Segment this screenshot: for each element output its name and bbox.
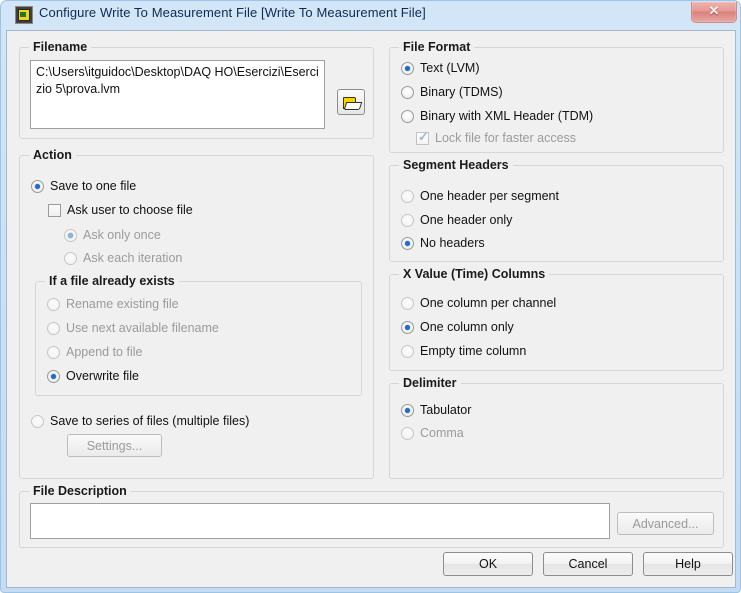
radio-binary-tdms[interactable]: Binary (TDMS) [401, 85, 503, 99]
radio-use-next-available-filename[interactable]: Use next available filename [47, 321, 219, 335]
close-icon: ✕ [708, 3, 720, 18]
radio-label: One header only [420, 213, 513, 227]
radio-one-header-per-segment[interactable]: One header per segment [401, 189, 559, 203]
radio-label: Use next available filename [66, 321, 219, 335]
radio-label: One header per segment [420, 189, 559, 203]
settings-button[interactable]: Settings... [67, 434, 162, 457]
radio-indicator [47, 321, 60, 335]
delimiter-legend: Delimiter [399, 376, 461, 390]
radio-one-column-only[interactable]: One column only [401, 320, 514, 334]
checkbox-indicator [48, 203, 61, 217]
radio-text-lvm[interactable]: Text (LVM) [401, 61, 480, 75]
radio-label: Empty time column [420, 344, 527, 358]
radio-label: One column only [420, 320, 514, 334]
filename-input[interactable]: C:\Users\itguidoc\Desktop\DAQ HO\Eserciz… [30, 60, 325, 129]
radio-ask-each-iteration[interactable]: Ask each iteration [64, 251, 182, 265]
file-format-legend: File Format [399, 40, 475, 54]
folder-open-icon [343, 97, 363, 110]
radio-label: Tabulator [420, 403, 472, 417]
help-button[interactable]: Help [643, 552, 733, 576]
radio-overwrite-file[interactable]: Overwrite file [47, 369, 139, 383]
radio-no-headers[interactable]: No headers [401, 236, 485, 250]
radio-label: Save to one file [50, 179, 137, 193]
radio-indicator [401, 426, 414, 440]
check-mark-icon: ✓ [418, 128, 429, 144]
radio-tabulator[interactable]: Tabulator [401, 403, 471, 417]
file-description-input[interactable] [30, 503, 610, 539]
radio-label: Binary with XML Header (TDM) [420, 109, 594, 123]
radio-label: No headers [420, 236, 485, 250]
radio-indicator [47, 369, 60, 383]
radio-rename-existing-file[interactable]: Rename existing file [47, 297, 179, 311]
radio-label: Ask each iteration [83, 251, 183, 265]
radio-one-column-per-channel[interactable]: One column per channel [401, 296, 556, 310]
dialog-client-area: Filename C:\Users\itguidoc\Desktop\DAQ H… [6, 30, 736, 588]
radio-indicator [401, 296, 414, 310]
browse-file-button[interactable] [337, 89, 365, 115]
radio-indicator [64, 228, 77, 242]
close-button[interactable]: ✕ [691, 2, 737, 23]
checkbox-lock-file-for-faster-access[interactable]: ✓ Lock file for faster access [416, 128, 577, 145]
x-value-columns-legend: X Value (Time) Columns [399, 267, 550, 281]
radio-indicator [401, 236, 414, 250]
radio-indicator [64, 251, 77, 265]
segment-headers-legend: Segment Headers [399, 158, 513, 172]
radio-label: Ask only once [83, 228, 161, 242]
radio-label: Comma [420, 426, 464, 440]
ok-button[interactable]: OK [443, 552, 533, 576]
radio-indicator [31, 179, 44, 193]
filename-group-legend: Filename [29, 40, 92, 54]
radio-label: Append to file [66, 345, 143, 359]
radio-indicator [401, 61, 414, 75]
radio-empty-time-column[interactable]: Empty time column [401, 344, 526, 358]
advanced-button[interactable]: Advanced... [617, 512, 714, 535]
if-file-exists-legend: If a file already exists [45, 274, 179, 288]
radio-label: One column per channel [420, 296, 557, 310]
checkbox-ask-user-to-choose-file[interactable]: Ask user to choose file [48, 203, 193, 217]
radio-indicator [31, 414, 44, 428]
radio-indicator [401, 403, 414, 417]
radio-indicator [47, 345, 60, 359]
radio-append-to-file[interactable]: Append to file [47, 345, 142, 359]
file-description-legend: File Description [29, 484, 131, 498]
action-group-legend: Action [29, 148, 76, 162]
radio-one-header-only[interactable]: One header only [401, 213, 512, 227]
radio-save-to-one-file[interactable]: Save to one file [31, 179, 136, 193]
radio-label: Rename existing file [66, 297, 179, 311]
radio-indicator [401, 213, 414, 227]
radio-label: Save to series of files (multiple files) [50, 414, 250, 428]
radio-label: Text (LVM) [420, 61, 480, 75]
radio-indicator [401, 85, 414, 99]
labview-vi-icon [15, 6, 33, 24]
radio-indicator [401, 109, 414, 123]
radio-label: Binary (TDMS) [420, 85, 503, 99]
title-bar[interactable]: Configure Write To Measurement File [Wri… [1, 1, 740, 30]
radio-label: Overwrite file [66, 369, 139, 383]
radio-indicator [401, 189, 414, 203]
radio-ask-only-once[interactable]: Ask only once [64, 228, 161, 242]
radio-indicator [47, 297, 60, 311]
radio-indicator [401, 344, 414, 358]
checkbox-indicator: ✓ [416, 128, 429, 145]
cancel-button[interactable]: Cancel [543, 552, 633, 576]
radio-save-to-series-of-files[interactable]: Save to series of files (multiple files) [31, 414, 249, 428]
radio-indicator [401, 320, 414, 334]
radio-comma[interactable]: Comma [401, 426, 464, 440]
checkbox-label: Lock file for faster access [435, 131, 577, 145]
checkbox-label: Ask user to choose file [67, 203, 193, 217]
radio-binary-xml-header-tdm[interactable]: Binary with XML Header (TDM) [401, 109, 593, 123]
dialog-window: Configure Write To Measurement File [Wri… [0, 0, 741, 593]
window-title: Configure Write To Measurement File [Wri… [39, 5, 426, 20]
